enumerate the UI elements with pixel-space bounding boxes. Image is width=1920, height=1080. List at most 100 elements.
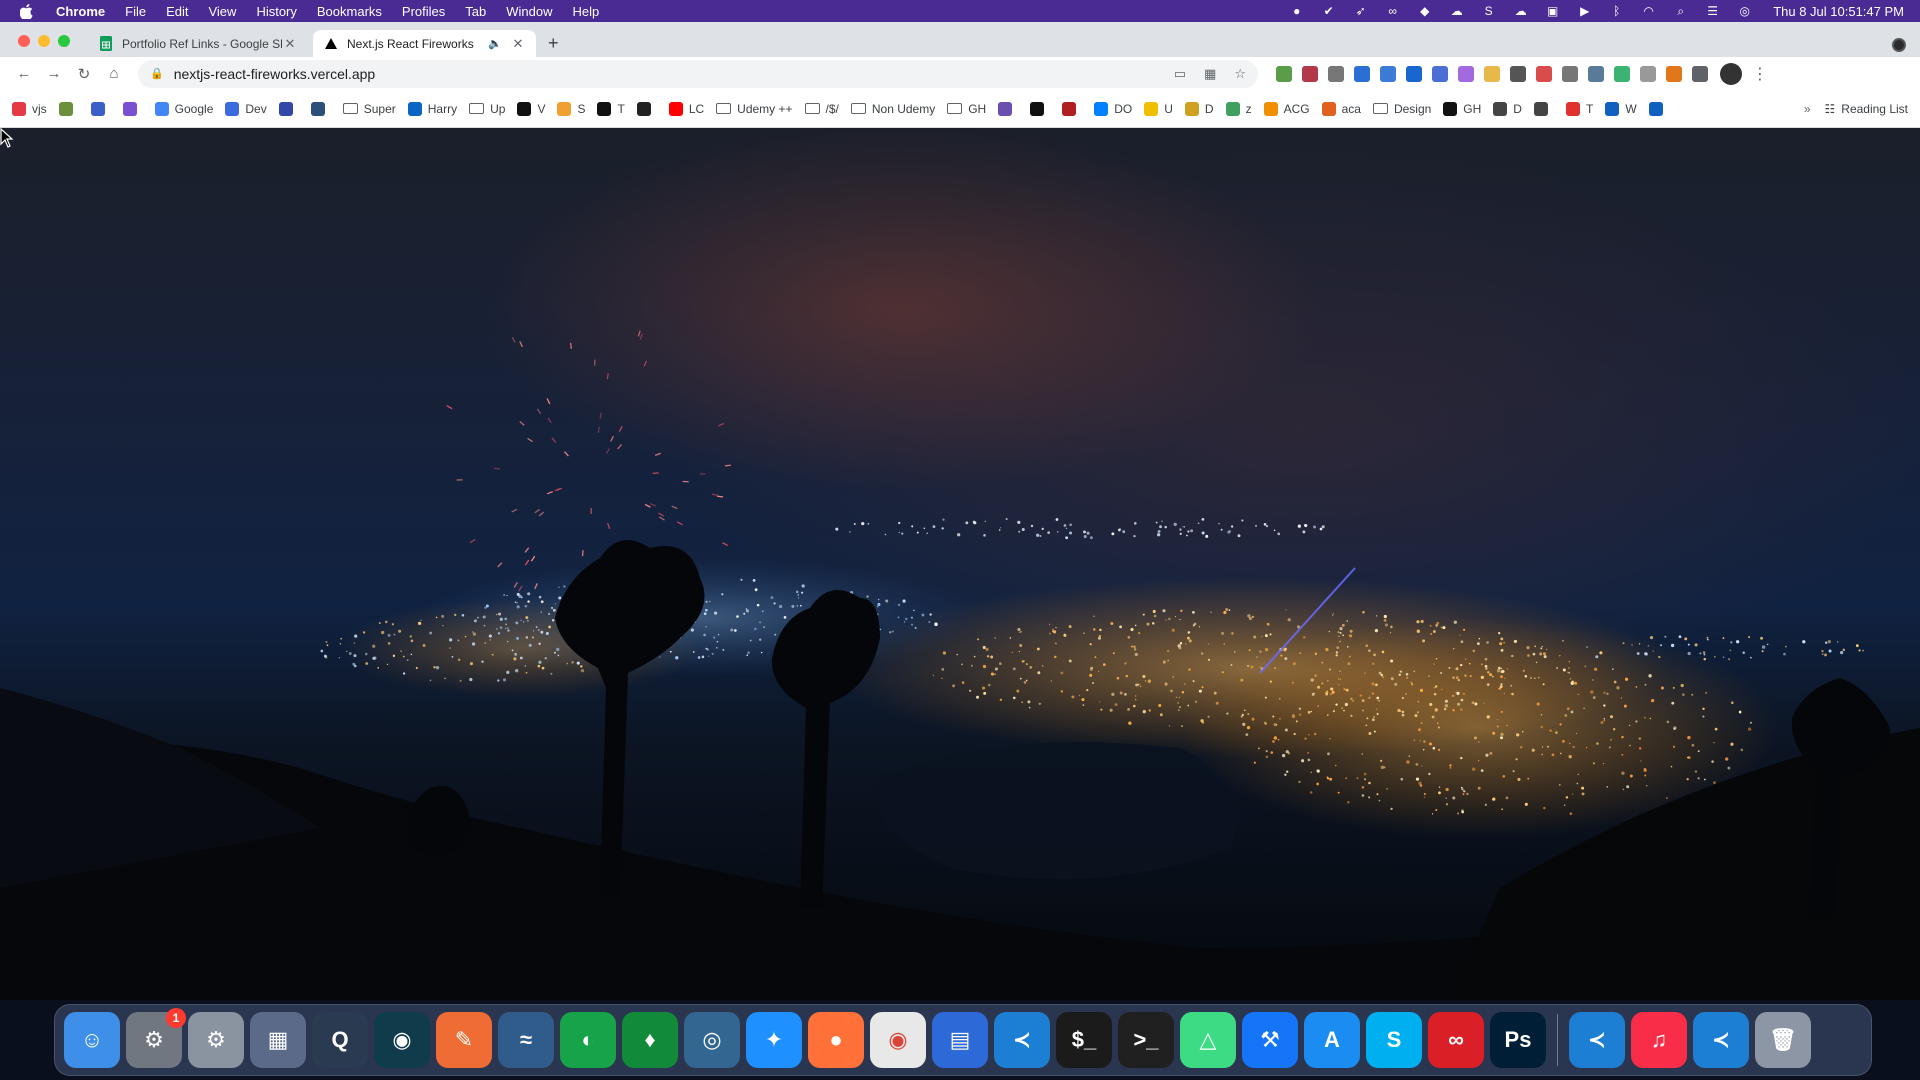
- metamask-icon[interactable]: [1666, 65, 1682, 82]
- s-status-icon[interactable]: S: [1481, 4, 1496, 18]
- extension-icon[interactable]: [1562, 65, 1578, 82]
- bookmark-item[interactable]: vjs: [12, 101, 47, 116]
- terminal-icon[interactable]: $_: [1056, 1012, 1112, 1068]
- wifi-icon[interactable]: ◠: [1641, 4, 1656, 18]
- extension-icon[interactable]: [1302, 65, 1318, 82]
- bookmark-item[interactable]: Super: [342, 102, 396, 116]
- extension-icon[interactable]: [1510, 65, 1526, 82]
- bookmark-item[interactable]: Up: [469, 102, 505, 116]
- trash-icon[interactable]: 🗑: [1755, 1012, 1811, 1068]
- app-status-icon[interactable]: ◆: [1417, 4, 1432, 18]
- lock-icon[interactable]: 🔒: [150, 67, 164, 80]
- rocket-icon[interactable]: ➶: [1353, 4, 1368, 18]
- bookmark-item[interactable]: GH: [1443, 101, 1481, 116]
- bookmark-item[interactable]: T: [597, 101, 625, 116]
- xcode-icon[interactable]: ⚒: [1242, 1012, 1298, 1068]
- creative-cloud-icon[interactable]: ∞: [1428, 1012, 1484, 1068]
- finder-icon[interactable]: ☺: [64, 1012, 120, 1068]
- more-bookmarks-icon[interactable]: »: [1804, 102, 1811, 116]
- minimize-window-button[interactable]: [38, 35, 50, 47]
- keynote-icon[interactable]: ▤: [932, 1012, 988, 1068]
- cast-icon[interactable]: ▭: [1174, 66, 1186, 82]
- bookmark-item[interactable]: [1648, 101, 1669, 116]
- close-window-button[interactable]: [18, 35, 30, 47]
- bookmark-item[interactable]: V: [517, 101, 545, 116]
- forward-button[interactable]: →: [40, 60, 68, 88]
- menu-tab[interactable]: Tab: [465, 4, 486, 19]
- bookmark-item[interactable]: T: [1565, 101, 1593, 116]
- bookmark-item[interactable]: [278, 101, 299, 116]
- mysql-workbench-icon[interactable]: ≈: [498, 1012, 554, 1068]
- extension-icon[interactable]: [1614, 65, 1630, 82]
- app-store-icon[interactable]: A: [1304, 1012, 1360, 1068]
- mongodb-icon[interactable]: ♦: [622, 1012, 678, 1068]
- bookmark-item[interactable]: [636, 101, 657, 116]
- extensions-puzzle-icon[interactable]: [1692, 65, 1708, 82]
- gitkraken-icon[interactable]: ◉: [374, 1012, 430, 1068]
- bookmark-item[interactable]: S: [557, 101, 585, 116]
- launchpad-icon[interactable]: ▦: [250, 1012, 306, 1068]
- extension-icon[interactable]: [1588, 65, 1604, 82]
- record-icon[interactable]: ●: [1289, 4, 1304, 18]
- reload-button[interactable]: ↻: [70, 60, 98, 88]
- spotlight-search-icon[interactable]: ⌕: [1673, 4, 1688, 18]
- vscode-icon[interactable]: ≺: [994, 1012, 1050, 1068]
- bookmark-item[interactable]: DO: [1094, 101, 1132, 116]
- menu-bookmarks[interactable]: Bookmarks: [317, 4, 382, 19]
- bookmark-item[interactable]: [1062, 101, 1082, 116]
- extension-icon[interactable]: [1276, 65, 1292, 82]
- bookmark-item[interactable]: [998, 101, 1018, 116]
- bookmark-star-icon[interactable]: ☆: [1234, 66, 1246, 82]
- close-tab-icon[interactable]: ✕: [510, 36, 526, 52]
- new-tab-button[interactable]: +: [548, 33, 559, 54]
- address-bar[interactable]: 🔒 nextjs-react-fireworks.vercel.app ▭ ▦ …: [138, 59, 1258, 88]
- bookmark-item[interactable]: D: [1493, 101, 1522, 116]
- home-button[interactable]: ⌂: [100, 60, 128, 88]
- bookmark-item[interactable]: z: [1225, 101, 1252, 116]
- extension-icon[interactable]: [1458, 65, 1474, 82]
- creative-cloud-icon[interactable]: ∞: [1385, 4, 1400, 18]
- extension-icon[interactable]: [1640, 65, 1656, 82]
- postgres-icon[interactable]: ◎: [684, 1012, 740, 1068]
- tab-search-icon[interactable]: [1892, 38, 1906, 52]
- music-icon[interactable]: ♫: [1631, 1012, 1687, 1068]
- cast-icon[interactable]: ▣: [1545, 4, 1560, 18]
- check-icon[interactable]: ✔: [1321, 4, 1336, 18]
- photoshop-icon[interactable]: Ps: [1490, 1012, 1546, 1068]
- tab-nextjs-react-fireworks[interactable]: Next.js React Fireworks 🔈 ✕: [313, 30, 536, 57]
- firefox-icon[interactable]: ●: [808, 1012, 864, 1068]
- menu-help[interactable]: Help: [573, 4, 600, 19]
- menu-profiles[interactable]: Profiles: [402, 4, 445, 19]
- iterm-icon[interactable]: >_: [1118, 1012, 1174, 1068]
- bookmark-item[interactable]: [58, 101, 79, 116]
- bookmark-item[interactable]: W: [1605, 101, 1637, 116]
- postman-icon[interactable]: ✎: [436, 1012, 492, 1068]
- bookmark-item[interactable]: aca: [1321, 101, 1361, 116]
- bookmark-item[interactable]: D: [1184, 101, 1214, 116]
- vscode-insiders-icon[interactable]: ≺: [1569, 1012, 1625, 1068]
- fireworks-page-canvas[interactable]: [0, 128, 1920, 1000]
- safari-icon[interactable]: ✦: [746, 1012, 802, 1068]
- bookmark-item[interactable]: Dev: [225, 101, 267, 116]
- bookmark-item[interactable]: Non Udemy: [850, 102, 935, 116]
- bookmark-item[interactable]: [310, 101, 331, 116]
- menu-history[interactable]: History: [256, 4, 296, 19]
- menu-window[interactable]: Window: [506, 4, 552, 19]
- bookmark-item[interactable]: [1030, 101, 1050, 116]
- reading-list-button[interactable]: ☷ Reading List: [1825, 102, 1908, 116]
- mongodb-compass-icon[interactable]: ◐: [560, 1012, 616, 1068]
- menubar-clock[interactable]: Thu 8 Jul 10:51:47 PM: [1773, 4, 1904, 19]
- url-text[interactable]: nextjs-react-fireworks.vercel.app: [174, 66, 376, 82]
- bookmark-item[interactable]: [1533, 101, 1554, 116]
- settings-2-icon[interactable]: ⚙: [188, 1012, 244, 1068]
- extension-icon[interactable]: [1380, 65, 1396, 82]
- extension-icon[interactable]: [1354, 65, 1370, 82]
- bookmark-item[interactable]: Google: [154, 101, 213, 116]
- extension-icon[interactable]: [1432, 65, 1448, 82]
- control-center-icon[interactable]: ☰: [1705, 4, 1720, 18]
- menu-view[interactable]: View: [208, 4, 236, 19]
- back-button[interactable]: ←: [10, 60, 38, 88]
- tab-audio-icon[interactable]: 🔈: [488, 37, 502, 50]
- extension-icon[interactable]: [1328, 65, 1344, 82]
- siri-icon[interactable]: ◎: [1737, 4, 1752, 18]
